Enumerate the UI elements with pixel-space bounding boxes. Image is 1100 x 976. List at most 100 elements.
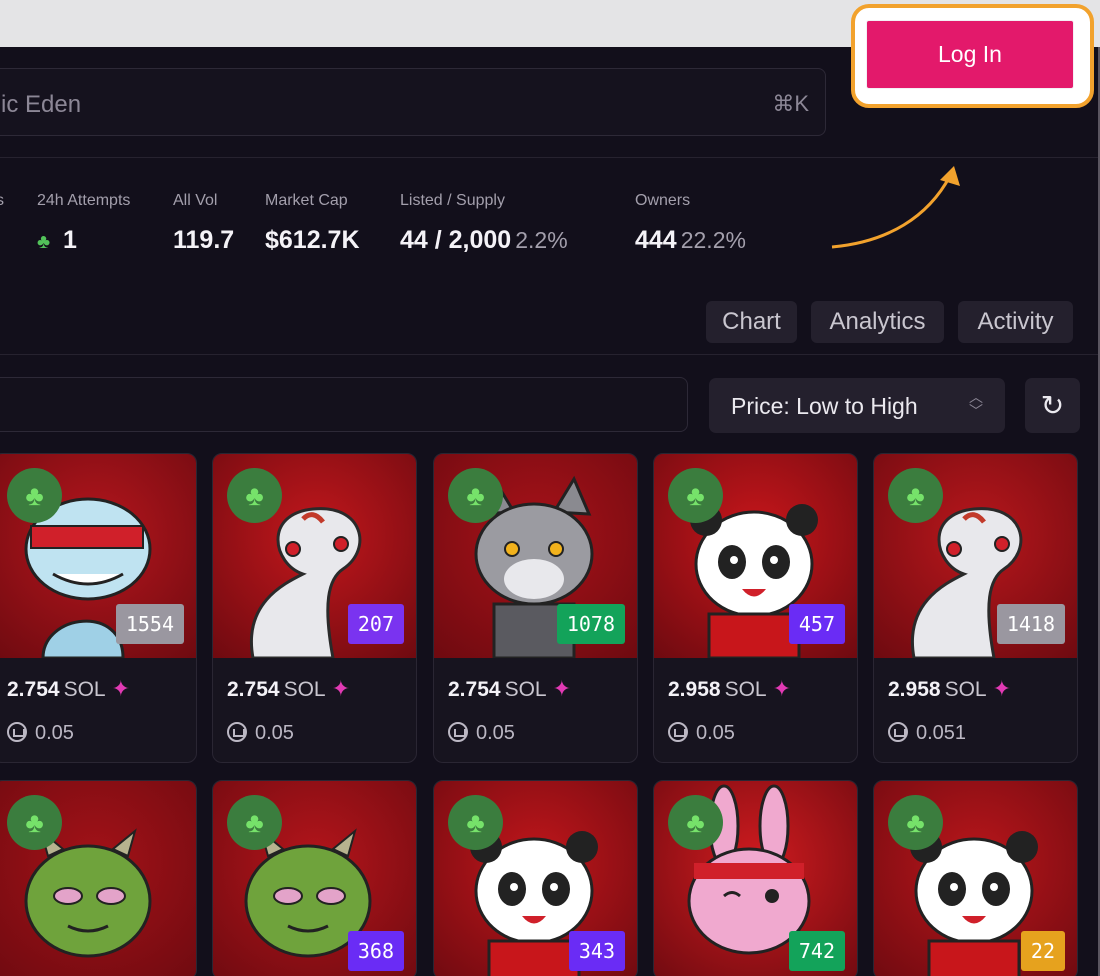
nft-royalty-fee: 0.05: [668, 722, 735, 745]
nft-image[interactable]: ♣ 1078: [434, 454, 637, 658]
stat-label-market-cap: Market Cap: [265, 192, 348, 209]
nft-price: 2.958 SOL ✦: [668, 676, 791, 702]
stat-label-attempts: 24h Attempts: [37, 192, 131, 209]
clover-icon: ♣: [888, 795, 943, 850]
refresh-icon: ↻: [1040, 390, 1065, 421]
clover-icon: ♣: [888, 468, 943, 523]
price-unit: SOL: [724, 678, 767, 701]
nft-image[interactable]: ♣ 22: [874, 781, 1077, 976]
stat-sub-owners: 22.2%: [680, 227, 746, 253]
nft-card[interactable]: ♣: [0, 780, 197, 976]
nft-royalty-fee: 0.05: [7, 722, 74, 745]
price-unit: SOL: [944, 678, 987, 701]
rarity-rank-badge: 1078: [556, 604, 625, 644]
fee-value: 0.051: [916, 722, 967, 744]
nft-card[interactable]: ♣ 1418 2.958 SOL ✦ 0.051: [873, 453, 1078, 763]
nft-card[interactable]: ♣ 368: [212, 780, 417, 976]
fee-value: 0.05: [696, 722, 735, 744]
stat-sub-listed: 2.2%: [515, 227, 568, 253]
price-value: 2.958: [888, 678, 941, 701]
sort-label: Price: Low to High: [731, 393, 918, 419]
nft-price: 2.754 SOL ✦: [448, 676, 571, 702]
nft-royalty-fee: 0.05: [227, 722, 294, 745]
sparkle-icon: ✦: [552, 676, 572, 701]
clover-icon: ♣: [668, 795, 723, 850]
rarity-rank-badge: 343: [568, 931, 625, 971]
chevron-updown-icon: ︿ ﹀: [969, 389, 983, 419]
price-value: 2.754: [227, 678, 280, 701]
stat-value-market-cap: $612.7K: [265, 226, 360, 254]
clover-icon: ♣: [227, 795, 282, 850]
sparkle-icon: ✦: [772, 676, 792, 701]
sparkle-icon: ✦: [992, 676, 1012, 701]
nft-card[interactable]: ♣ 22: [873, 780, 1078, 976]
refresh-button[interactable]: ↻: [1025, 378, 1080, 433]
login-button[interactable]: Log In: [866, 20, 1074, 89]
cart-cycle-icon: [668, 722, 688, 742]
nft-royalty-fee: 0.05: [448, 722, 515, 745]
nft-image[interactable]: ♣: [0, 781, 196, 976]
nft-image[interactable]: ♣ 1418: [874, 454, 1077, 658]
clover-icon: ♣: [7, 468, 62, 523]
section-divider: [0, 354, 1098, 355]
clover-icon: ♣: [7, 795, 62, 850]
nft-image[interactable]: ♣ 207: [213, 454, 416, 658]
search-input[interactable]: ic Eden ⌘K: [0, 68, 826, 136]
nft-image[interactable]: ♣ 343: [434, 781, 637, 976]
nft-card[interactable]: ♣ 742: [653, 780, 858, 976]
tab-activity[interactable]: Activity: [958, 301, 1073, 343]
rarity-rank-badge: 368: [347, 931, 404, 971]
stat-label-listed-supply: Listed / Supply: [400, 192, 505, 209]
tab-chart[interactable]: Chart: [706, 301, 797, 343]
stat-value-listed-supply: 44 / 2,000 2.2%: [400, 226, 568, 254]
price-unit: SOL: [283, 678, 326, 701]
price-value: 2.754: [448, 678, 501, 701]
stat-label-owners: Owners: [635, 192, 691, 209]
nft-image[interactable]: ♣ 368: [213, 781, 416, 976]
sparkle-icon: ✦: [331, 676, 351, 701]
nft-image[interactable]: ♣ 742: [654, 781, 857, 976]
clover-icon: ♣: [37, 231, 51, 253]
filter-search-input[interactable]: [0, 377, 688, 432]
rarity-rank-badge: 742: [788, 931, 845, 971]
nft-card[interactable]: ♣ 343: [433, 780, 638, 976]
nft-image[interactable]: ♣ 457: [654, 454, 857, 658]
clover-icon: ♣: [448, 468, 503, 523]
rarity-rank-badge: 22: [1020, 931, 1065, 971]
app-window: ic Eden ⌘K s 24h Attempts ♣1 All Vol 119…: [0, 47, 1100, 976]
search-placeholder: ic Eden: [1, 91, 82, 118]
nft-image[interactable]: ♣ 1554: [0, 454, 196, 658]
nft-price: 2.754 SOL ✦: [227, 676, 350, 702]
stat-label-all-vol: All Vol: [173, 192, 218, 209]
nft-card[interactable]: ♣ 1554 2.754 SOL ✦ 0.05: [0, 453, 197, 763]
fee-value: 0.05: [35, 722, 74, 744]
rarity-rank-badge: 1554: [115, 604, 184, 644]
stat-value-attempts: ♣ 1: [37, 226, 77, 254]
stat-label-0: s: [0, 192, 4, 210]
search-shortcut-hint: ⌘K: [772, 91, 809, 116]
price-value: 2.754: [7, 678, 60, 701]
tab-analytics[interactable]: Analytics: [811, 301, 944, 343]
price-unit: SOL: [63, 678, 106, 701]
clover-icon: ♣: [448, 795, 503, 850]
nft-card[interactable]: ♣ 207 2.754 SOL ✦ 0.05: [212, 453, 417, 763]
callout-arrow: [831, 166, 960, 249]
sparkle-icon: ✦: [111, 676, 131, 701]
price-value: 2.958: [668, 678, 721, 701]
cart-cycle-icon: [448, 722, 468, 742]
clover-icon: ♣: [227, 468, 282, 523]
cart-cycle-icon: [227, 722, 247, 742]
nft-royalty-fee: 0.051: [888, 722, 966, 745]
stat-value-owners: 444 22.2%: [635, 226, 746, 254]
nft-price: 2.754 SOL ✦: [7, 676, 130, 702]
nft-card[interactable]: ♣ 457 2.958 SOL ✦ 0.05: [653, 453, 858, 763]
fee-value: 0.05: [255, 722, 294, 744]
price-unit: SOL: [504, 678, 547, 701]
sort-dropdown[interactable]: Price: Low to High ︿ ﹀: [709, 378, 1005, 433]
nft-price: 2.958 SOL ✦: [888, 676, 1011, 702]
stat-value-all-vol: 119.7: [173, 226, 235, 254]
rarity-rank-badge: 1418: [996, 604, 1065, 644]
cart-cycle-icon: [888, 722, 908, 742]
nft-card[interactable]: ♣ 1078 2.754 SOL ✦ 0.05: [433, 453, 638, 763]
rarity-rank-badge: 207: [347, 604, 404, 644]
